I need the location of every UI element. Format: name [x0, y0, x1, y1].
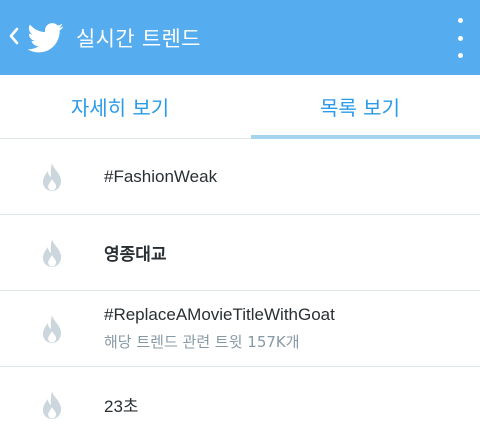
trend-texts: 23초 [104, 392, 139, 417]
more-menu-button[interactable] [454, 18, 466, 58]
flame-icon [38, 238, 66, 268]
trend-item[interactable]: #ReplaceAMovieTitleWithGoat 해당 트렌드 관련 트윗… [0, 291, 480, 367]
trend-name: 영종대교 [104, 245, 167, 264]
trend-list: #FashionWeak 영종대교 #ReplaceAMovieTitleWit… [0, 139, 480, 442]
flame-icon [38, 314, 66, 344]
view-tabs: 자세히 보기 목록 보기 [0, 75, 480, 139]
tab-list-view[interactable]: 목록 보기 [240, 75, 480, 139]
chevron-left-icon [8, 24, 20, 52]
app-header: 실시간 트렌드 [0, 0, 480, 75]
trend-texts: #ReplaceAMovieTitleWithGoat 해당 트렌드 관련 트윗… [104, 305, 335, 352]
app-root: 실시간 트렌드 자세히 보기 목록 보기 #FashionWeak 영종대교 #… [0, 0, 480, 447]
back-button[interactable] [2, 0, 26, 75]
twitter-bird-icon [28, 22, 64, 53]
trend-tweet-count: 해당 트렌드 관련 트윗 157K개 [104, 333, 300, 351]
flame-icon [38, 390, 66, 420]
trend-texts: 영종대교 [104, 240, 167, 265]
tab-detail-view[interactable]: 자세히 보기 [0, 75, 240, 138]
trend-name: #ReplaceAMovieTitleWithGoat [104, 305, 335, 324]
trend-item[interactable]: #FashionWeak [0, 139, 480, 215]
trend-name: 23초 [104, 397, 139, 416]
trend-item[interactable]: 23초 [0, 367, 480, 442]
more-vertical-icon-dot [457, 35, 463, 41]
flame-icon [38, 162, 66, 192]
more-vertical-icon-dot [457, 53, 463, 58]
more-vertical-icon [457, 18, 463, 23]
trend-name: #FashionWeak [104, 166, 218, 186]
page-title: 실시간 트렌드 [76, 26, 201, 51]
trend-item[interactable]: 영종대교 [0, 215, 480, 291]
trend-texts: #FashionWeak [104, 167, 217, 187]
